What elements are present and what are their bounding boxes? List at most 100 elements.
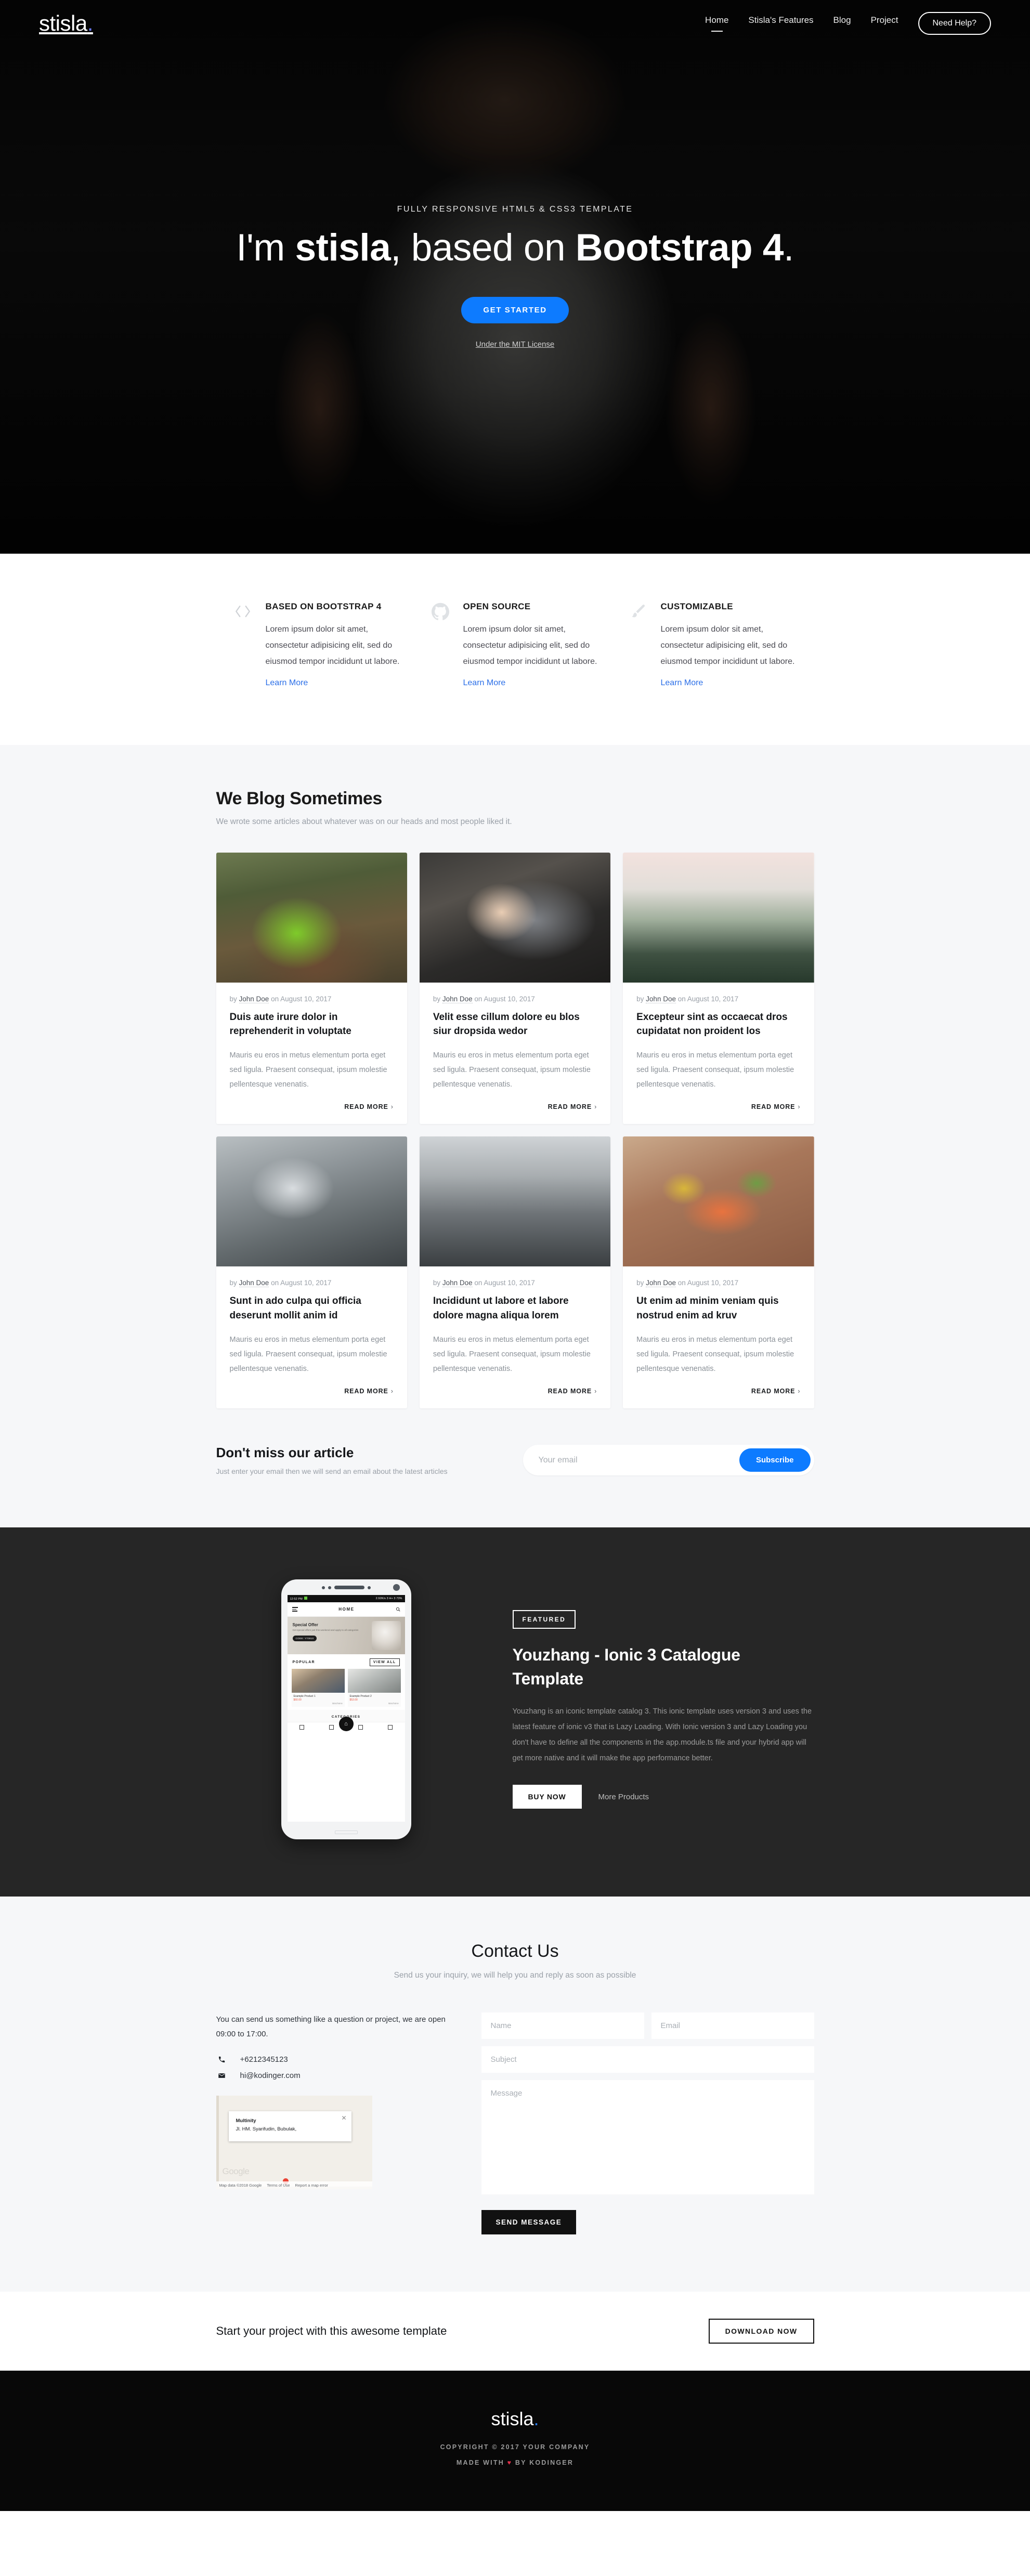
feature-card-open-source: OPEN SOURCE Lorem ipsum dolor sit amet, … — [416, 601, 614, 688]
footer-brand-dot: . — [533, 2408, 539, 2430]
feature-text: Lorem ipsum dolor sit amet, consectetur … — [660, 625, 795, 666]
contact-section: Contact Us Send us your inquiry, we will… — [0, 1897, 1030, 2292]
read-more-link[interactable]: READ MORE › — [548, 1103, 597, 1110]
need-help-button[interactable]: Need Help? — [918, 12, 991, 35]
nav-item-home[interactable]: Home — [705, 15, 728, 32]
meta-date: on August 10, 2017 — [269, 995, 332, 1003]
home-icon[interactable]: ⌂ — [338, 1717, 354, 1732]
meta-date: on August 10, 2017 — [269, 1279, 332, 1287]
phone-product-name: Example Product 1 — [293, 1694, 316, 1698]
download-now-button[interactable]: DOWNLOAD NOW — [708, 2319, 814, 2344]
nav-item-project[interactable]: Project — [871, 15, 898, 32]
hero-title-end: . — [784, 227, 794, 269]
list-icon[interactable] — [358, 1725, 363, 1730]
blog-card[interactable]: by John Doe on August 10, 2017 Ut enim a… — [623, 1136, 814, 1409]
footer-logo[interactable]: stisla. — [0, 2408, 1030, 2430]
blog-card-author[interactable]: John Doe — [442, 995, 473, 1003]
map-report-link[interactable]: Report a map error — [295, 2183, 328, 2188]
phone-popular-label: POPULAR — [292, 1660, 315, 1664]
chevron-right-icon: › — [594, 1103, 597, 1111]
book-icon[interactable] — [299, 1725, 305, 1730]
read-more-link[interactable]: READ MORE › — [751, 1103, 801, 1110]
footer-credit-pre: MADE WITH — [456, 2459, 507, 2467]
map-terms-link[interactable]: Terms of Use — [267, 2183, 290, 2188]
mit-license-link[interactable]: Under the MIT License — [151, 340, 879, 349]
blog-card-excerpt: Mauris eu eros in metus elementum porta … — [636, 1051, 794, 1089]
phone-status-time: 12:52 PM — [290, 1598, 303, 1601]
read-more-link[interactable]: READ MORE › — [751, 1388, 801, 1395]
blog-card[interactable]: by John Doe on August 10, 2017 Incididun… — [419, 1136, 611, 1409]
search-icon[interactable] — [396, 1607, 400, 1612]
send-message-button[interactable]: SEND MESSAGE — [481, 2210, 577, 2235]
blog-card-title[interactable]: Incididunt ut labore et labore dolore ma… — [433, 1294, 597, 1323]
blog-card-author[interactable]: John Doe — [239, 995, 269, 1003]
contact-email-value[interactable]: hi@kodinger.com — [240, 2071, 301, 2080]
blog-card-author[interactable]: John Doe — [646, 1279, 676, 1288]
phone-product-name: Example Product 2 — [349, 1694, 372, 1698]
google-watermark: Google — [222, 2166, 250, 2176]
blog-section-subtitle: We wrote some articles about whatever wa… — [216, 817, 512, 826]
meta-date: on August 10, 2017 — [675, 995, 739, 1003]
subscribe-form: Subscribe — [523, 1445, 814, 1476]
blog-card-excerpt: Mauris eu eros in metus elementum porta … — [229, 1051, 387, 1089]
map-place-name: Multinity — [236, 2117, 256, 2124]
read-more-label: READ MORE — [547, 1103, 592, 1111]
phone-product-item[interactable]: Example Product 1 $60.00 Brand Name — [291, 1668, 345, 1707]
nav-item-features[interactable]: Stisla's Features — [748, 15, 813, 32]
close-icon[interactable]: ✕ — [341, 2114, 346, 2122]
buy-now-button[interactable]: BUY NOW — [512, 1785, 582, 1809]
phone-speaker-row — [281, 1584, 411, 1591]
nav-item-blog[interactable]: Blog — [833, 15, 851, 32]
phone-status-indicators: 2.92K/s 3 H+ 3 73% — [375, 1597, 402, 1601]
blog-card-title[interactable]: Excepteur sint as occaecat dros cupidata… — [636, 1010, 800, 1039]
phone-view-all-button[interactable]: VIEW ALL — [369, 1658, 400, 1666]
feature-learn-more-link[interactable]: Learn More — [463, 678, 506, 687]
blog-card-author[interactable]: John Doe — [646, 995, 676, 1003]
blog-grid: by John Doe on August 10, 2017 Duis aute… — [216, 852, 814, 1409]
name-field[interactable] — [481, 2012, 644, 2039]
blog-card-title[interactable]: Ut enim ad minim veniam quis nostrud eni… — [636, 1294, 800, 1323]
get-started-button[interactable]: GET STARTED — [461, 296, 569, 323]
brand-logo[interactable]: stisla. — [39, 12, 93, 34]
read-more-link[interactable]: READ MORE › — [344, 1388, 394, 1395]
subscribe-block: Don't miss our article Just enter your e… — [216, 1445, 814, 1476]
subscribe-button[interactable]: Subscribe — [739, 1448, 811, 1472]
more-products-link[interactable]: More Products — [598, 1793, 649, 1801]
blog-card-title[interactable]: Duis aute irure dolor in reprehenderit i… — [230, 1010, 394, 1039]
blog-card-title[interactable]: Velit esse cillum dolore eu blos siur dr… — [433, 1010, 597, 1039]
blog-card[interactable]: by John Doe on August 10, 2017 Velit ess… — [419, 852, 611, 1124]
message-field[interactable] — [481, 2080, 814, 2195]
hero-title-bold-bootstrap: Bootstrap 4 — [575, 227, 784, 269]
blog-card-title[interactable]: Sunt in ado culpa qui officia deserunt m… — [230, 1294, 394, 1323]
read-more-link[interactable]: READ MORE › — [548, 1388, 597, 1395]
feature-row: BASED ON BOOTSTRAP 4 Lorem ipsum dolor s… — [216, 601, 814, 688]
envelope-icon — [216, 2072, 228, 2080]
blog-card-author[interactable]: John Doe — [239, 1279, 269, 1288]
blog-card-image — [623, 1136, 814, 1267]
footer-brand-name: stisla — [491, 2408, 534, 2430]
shirt-icon[interactable] — [329, 1725, 334, 1730]
phone-offer-text: Get special offers just this weekend and… — [292, 1628, 359, 1631]
read-more-link[interactable]: READ MORE › — [344, 1103, 394, 1110]
contact-details: You can send us something like a questio… — [216, 2012, 455, 2234]
chevron-right-icon: › — [798, 1388, 801, 1395]
blog-card[interactable]: by John Doe on August 10, 2017 Excepteur… — [623, 852, 814, 1124]
hamburger-menu-icon[interactable] — [292, 1606, 298, 1613]
blog-card-excerpt: Mauris eu eros in metus elementum porta … — [433, 1335, 591, 1374]
contact-map[interactable]: Google ✕ Multinity Jl. HM. Syarifudin, B… — [216, 2095, 372, 2189]
contact-phone-value[interactable]: +6212345123 — [240, 2055, 288, 2064]
email-field[interactable] — [651, 2012, 814, 2039]
feature-learn-more-link[interactable]: Learn More — [266, 678, 308, 687]
blog-card[interactable]: by John Doe on August 10, 2017 Duis aute… — [216, 852, 407, 1124]
blog-card[interactable]: by John Doe on August 10, 2017 Sunt in a… — [216, 1136, 407, 1409]
copy-icon[interactable] — [387, 1725, 393, 1730]
meta-date: on August 10, 2017 — [472, 995, 535, 1003]
github-icon — [429, 601, 452, 688]
feature-learn-more-link[interactable]: Learn More — [661, 678, 703, 687]
phone-product-price: $60.00 — [293, 1698, 302, 1702]
subscribe-email-input[interactable] — [538, 1455, 739, 1465]
heart-icon: ♥ — [507, 2459, 513, 2467]
blog-card-author[interactable]: John Doe — [442, 1279, 473, 1288]
phone-product-item[interactable]: Example Product 2 $53.00 Brand Name — [347, 1668, 401, 1707]
subject-field[interactable] — [481, 2046, 814, 2073]
